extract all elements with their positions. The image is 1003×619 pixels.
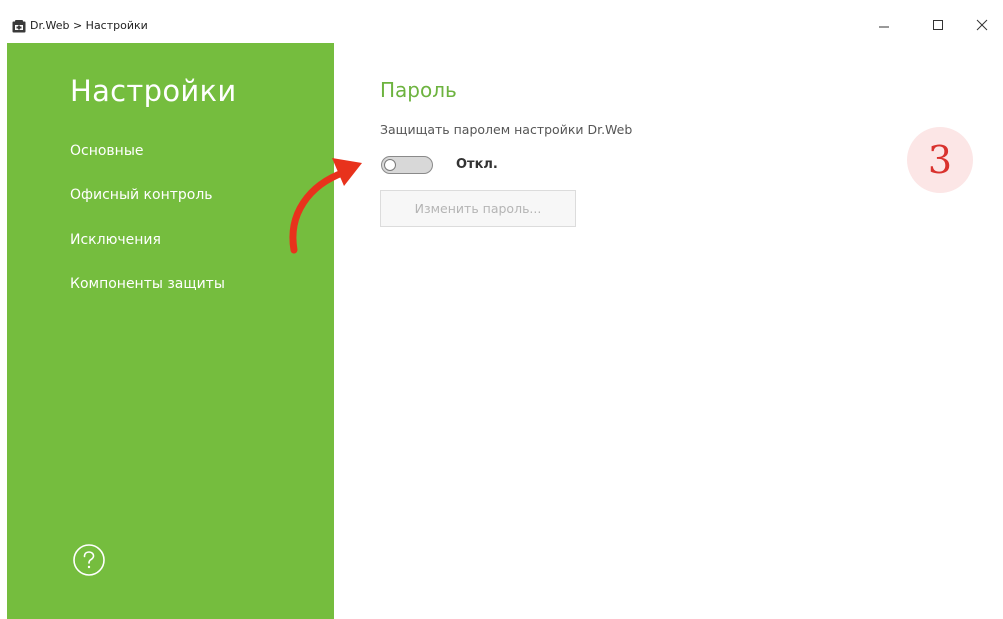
title-bar: Dr.Web > Настройки <box>0 0 1003 40</box>
password-protection-toggle[interactable] <box>381 156 433 174</box>
change-password-button[interactable]: Изменить пароль... <box>380 190 576 227</box>
step-number-badge: 3 <box>907 127 973 193</box>
settings-sidebar: Настройки Основные Офисный контроль Искл… <box>7 43 334 619</box>
sidebar-item-general[interactable]: Основные <box>70 143 144 159</box>
maximize-button[interactable] <box>916 10 960 40</box>
sidebar-item-exclusions[interactable]: Исключения <box>70 232 161 248</box>
sidebar-item-protection-components[interactable]: Компоненты защиты <box>70 276 225 292</box>
window-title: Dr.Web > Настройки <box>30 19 148 32</box>
password-section-title: Пароль <box>380 78 457 102</box>
settings-window: Dr.Web > Настройки Настройки Основные Оф… <box>0 0 1003 619</box>
maximize-icon <box>933 20 943 30</box>
close-button[interactable] <box>960 10 1003 40</box>
close-icon <box>976 19 988 31</box>
minimize-icon <box>879 26 889 28</box>
red-arrow-icon <box>289 158 362 254</box>
toggle-knob <box>384 159 396 171</box>
drweb-app-icon <box>12 20 26 33</box>
minimize-button[interactable] <box>862 10 906 40</box>
sidebar-item-office-control[interactable]: Офисный контроль <box>70 187 213 203</box>
toggle-state-label: Откл. <box>456 157 498 172</box>
sidebar-title: Настройки <box>70 74 237 108</box>
help-icon[interactable] <box>72 543 106 577</box>
protect-settings-label: Защищать паролем настройки Dr.Web <box>380 122 633 137</box>
